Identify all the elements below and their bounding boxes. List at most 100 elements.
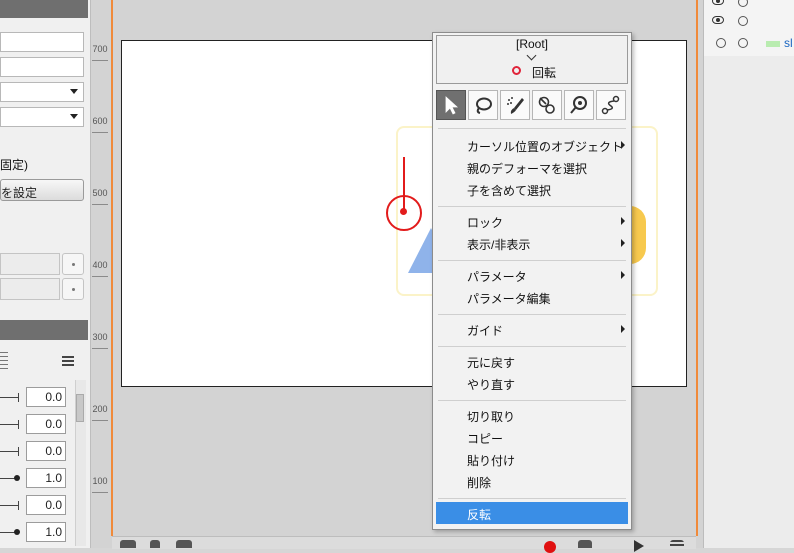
play-icon[interactable] [634,540,644,552]
dropdown-select[interactable] [0,82,84,102]
ruler-label: 300 [92,332,108,342]
menu-item[interactable]: カーソル位置のオブジェクト [436,134,628,156]
dropdown-select[interactable] [0,107,84,127]
menu-separator [438,400,626,401]
menu-separator [438,346,626,347]
select-tool-button[interactable] [436,90,466,120]
panel-header [0,0,88,18]
part-thumbnail [766,41,780,47]
pin-tool-button[interactable] [564,90,594,120]
menu-item-label: パラメータ [467,270,527,284]
slider-knob[interactable] [14,475,20,481]
menu-item[interactable]: コピー [436,426,628,448]
text-field[interactable] [0,57,84,77]
lock-ring-icon[interactable] [738,16,748,26]
menu-item-label: コピー [467,432,504,446]
inspector-panel: 固定) を設定 0.0 0.0 0.0 1.0 0.0 1.0 [0,0,91,548]
param-value-field[interactable]: 1.0 [26,468,66,488]
menu-item[interactable]: ロック [436,210,628,232]
more-button[interactable] [62,253,84,275]
chevron-down-icon [70,89,78,94]
menu-item[interactable]: やり直す [436,372,628,394]
root-label[interactable]: [Root] [436,37,628,51]
menu-separator [438,260,626,261]
param-row: 0.0 [0,492,74,519]
submenu-arrow-icon [621,217,625,225]
param-value-field[interactable]: 0.0 [26,387,66,407]
ruler-label: 500 [92,188,108,198]
parts-panel-empty [704,56,794,548]
menu-item[interactable]: 切り取り [436,404,628,426]
menu-item[interactable]: 子を含めて選択 [436,178,628,200]
menu-separator [438,128,626,129]
visibility-ring-icon[interactable] [716,38,726,48]
save-icon[interactable] [150,540,160,548]
lasso-tool-button[interactable] [468,90,498,120]
set-button[interactable]: を設定 [0,179,84,201]
param-value-field[interactable]: 0.0 [26,495,66,515]
menu-item-label: やり直す [467,378,516,392]
brush-tool-button[interactable] [500,90,530,120]
slider-knob[interactable] [14,529,20,535]
menu-icon[interactable] [62,356,74,358]
eye-icon[interactable] [712,0,724,5]
menu-item-label: 切り取り [467,410,516,424]
menu-item[interactable]: 親のデフォーマを選択 [436,156,628,178]
part-label: sl [784,36,793,50]
vertical-ruler: 700 600 500 400 300 200 100 [90,0,110,536]
menu-separator [438,206,626,207]
menu-item-label: 削除 [467,476,492,490]
fixed-label: 固定) [0,158,28,172]
menu-item[interactable]: 削除 [436,470,628,492]
bottom-toolbar [112,536,696,549]
rotation-pivot[interactable] [400,208,407,215]
submenu-arrow-icon [621,271,625,279]
menu-separator [438,314,626,315]
menu-item[interactable]: 反転 [436,502,628,524]
curve-tool-button[interactable] [596,90,626,120]
eye-icon[interactable] [712,16,724,24]
ruler-label: 100 [92,476,108,486]
chevron-down-icon [70,114,78,119]
lock-ring-icon[interactable] [738,0,748,7]
deformer-label[interactable]: 回転 [532,64,556,81]
menu-item[interactable]: 貼り付け [436,448,628,470]
part-row[interactable] [712,13,794,31]
gear-icon[interactable] [578,540,592,548]
more-button[interactable] [62,278,84,300]
submenu-arrow-icon [621,239,625,247]
set-button-label: を設定 [1,186,38,200]
disabled-field [0,278,60,300]
menu-item[interactable]: 元に戻す [436,350,628,372]
param-row: 0.0 [0,384,74,411]
param-value-field[interactable]: 0.0 [26,441,66,461]
circle-shape[interactable] [630,206,646,264]
ruler-label: 700 [92,44,108,54]
transform-tool-button[interactable] [532,90,562,120]
menu-item-label: 子を含めて選択 [467,184,552,198]
scrollbar-thumb[interactable] [76,394,84,422]
menu-item[interactable]: パラメータ [436,264,628,286]
record-icon[interactable] [544,541,556,553]
menu-item-label: ガイド [467,324,504,338]
menu-item-label: 表示/非表示 [467,238,531,252]
part-row[interactable] [712,0,794,12]
ruler-label: 600 [92,116,108,126]
list-icon[interactable] [670,540,684,548]
menu-item-label: 貼り付け [467,454,516,468]
grid-icon[interactable] [0,352,8,370]
menu-separator [438,498,626,499]
param-row: 0.0 [0,411,74,438]
param-value-field[interactable]: 0.0 [26,414,66,434]
param-value-field[interactable]: 1.0 [26,522,66,542]
lock-ring-icon[interactable] [738,38,748,48]
part-row[interactable]: sl [712,35,794,53]
menu-item[interactable]: ガイド [436,318,628,340]
camera-icon[interactable] [120,540,136,548]
text-field[interactable] [0,32,84,52]
param-row: 1.0 [0,465,74,492]
view-border [696,0,698,536]
menu-item[interactable]: 表示/非表示 [436,232,628,254]
camera-settings-icon[interactable] [176,540,192,548]
menu-item[interactable]: パラメータ編集 [436,286,628,308]
